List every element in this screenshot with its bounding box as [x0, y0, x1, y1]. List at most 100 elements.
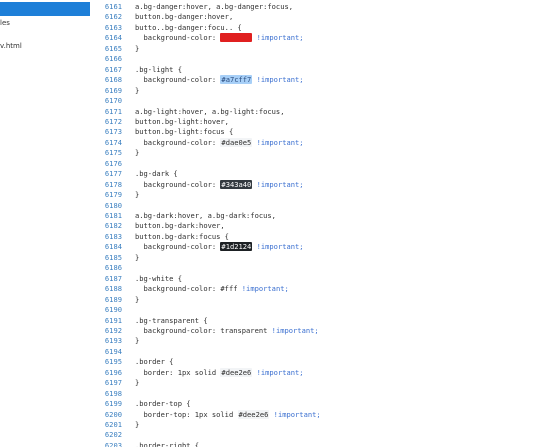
code-line[interactable]: 6163 butto..bg-danger:focu.. { — [93, 23, 559, 34]
code-line[interactable]: 6181 a.bg-dark:hover, a.bg-dark:focus, — [93, 211, 559, 222]
code-line[interactable]: 6164 background-color: #bd2130 !importan… — [93, 33, 559, 44]
code-line[interactable]: 6191 .bg-transparent { — [93, 316, 559, 327]
code-line[interactable]: 6180 — [93, 201, 559, 212]
code-line[interactable]: 6177 .bg-dark { — [93, 169, 559, 180]
code-line[interactable]: 6161 a.bg-danger:hover, a.bg-danger:focus… — [93, 2, 559, 13]
code-line[interactable]: 6190 — [93, 305, 559, 316]
code-token: a.bg-danger:hover, a.bg-danger:focus, — [135, 2, 294, 11]
code-token: background-color: — [135, 75, 221, 85]
code-line[interactable]: 6179} — [93, 190, 559, 201]
code-text: } — [135, 86, 139, 97]
code-text: a.bg-light:hover, a.bg-light:focus, — [135, 107, 284, 118]
code-token: background-color: — [135, 33, 221, 43]
code-token: } — [135, 420, 140, 429]
code-token: } — [135, 294, 140, 304]
explorer-item[interactable]: les — [0, 19, 10, 27]
code-line[interactable]: 6196 border: 1px solid #dee2e6 !importan… — [93, 367, 559, 379]
code-token: button.bg-light:focus { — [135, 127, 234, 137]
important-keyword: !important; — [252, 179, 304, 189]
line-number: 6181 — [104, 211, 122, 220]
important-keyword: !important; — [241, 284, 289, 294]
code-text: .bg-white { — [135, 274, 182, 285]
explorer-selected-item[interactable] — [0, 2, 90, 16]
line-number: 6175 — [104, 148, 122, 158]
code-line[interactable]: 6187 .bg-white { — [93, 274, 559, 285]
line-number: 6163 — [104, 22, 122, 32]
color-swatch: #343a40 — [220, 179, 253, 189]
code-line[interactable]: 6192 background-color: transparent !impo… — [93, 326, 559, 337]
code-token: .bg-dark { — [135, 169, 178, 179]
line-number: 6171 — [104, 106, 122, 116]
code-line[interactable]: 6184 background-color: #1d2124 !importan… — [93, 242, 559, 253]
code-line[interactable]: 6202 — [93, 430, 559, 441]
code-text: background-color: #1d2124 !important; — [135, 242, 304, 253]
code-text: .bg-light { — [135, 65, 182, 76]
code-token: } — [135, 148, 140, 158]
line-number: 6174 — [104, 137, 122, 147]
color-swatch: #dae0e5 — [220, 137, 253, 147]
code-line[interactable]: 6162 button.bg-danger:hover, — [93, 12, 559, 23]
code-line[interactable]: 6169} — [93, 86, 559, 97]
code-text: button.bg-light:hover, — [135, 117, 229, 128]
code-line[interactable]: 6172 button.bg-light:hover, — [93, 117, 559, 128]
explorer-file-item[interactable]: v.html — [0, 42, 22, 50]
line-number: 6167 — [104, 64, 122, 74]
code-line[interactable]: 6186 — [93, 263, 559, 274]
code-editor[interactable]: 6161 a.bg-danger:hover, a.bg-danger:focus… — [93, 0, 559, 447]
code-line[interactable]: 6175} — [93, 148, 559, 159]
code-line[interactable]: 6178 background-color: #343a40 !importan… — [93, 179, 559, 191]
code-line[interactable]: 6166 — [93, 54, 559, 65]
color-swatch: #dee2e6 — [237, 409, 270, 419]
line-number: 6183 — [104, 231, 122, 241]
code-text: .border-top { — [135, 399, 191, 410]
code-line[interactable]: 6199 .border-top { — [93, 399, 559, 410]
code-token: .border-right { — [135, 440, 200, 447]
code-token: background-color: — [135, 137, 221, 147]
code-line[interactable]: 6173 button.bg-light:focus { — [93, 127, 559, 138]
code-line[interactable]: 6198 — [93, 389, 559, 400]
code-line[interactable]: 6189} — [93, 295, 559, 306]
code-line[interactable]: 6170 — [93, 96, 559, 107]
code-line[interactable]: 6174 background-color: #dae0e5 !importan… — [93, 137, 559, 149]
line-number: 6202 — [104, 430, 122, 440]
code-line[interactable]: 6182 button.bg-dark:hover, — [93, 221, 559, 232]
code-line[interactable]: 6195 .border { — [93, 357, 559, 368]
code-line[interactable]: 6200 border-top: 1px solid #dee2e6 !impo… — [93, 409, 559, 421]
code-token: button.bg-dark:focus { — [135, 231, 229, 241]
code-token: } — [135, 85, 140, 95]
code-text: border-top: 1px solid #dee2e6 !important… — [135, 409, 321, 421]
line-number: 6191 — [104, 315, 122, 325]
code-text: butto..bg-danger:focu.. { — [135, 23, 242, 34]
code-text: .bg-dark { — [135, 169, 178, 180]
code-text: background-color: #fff !important; — [135, 284, 289, 295]
code-line[interactable]: 6203 .border-right { — [93, 441, 559, 447]
line-number: 6162 — [104, 12, 122, 22]
code-line[interactable]: 6171 a.bg-light:hover, a.bg-light:focus, — [93, 107, 559, 118]
line-number: 6192 — [104, 325, 122, 335]
code-line[interactable]: 6176 — [93, 159, 559, 170]
code-text: button.bg-danger:hover, — [135, 12, 233, 23]
line-number: 6194 — [104, 346, 122, 356]
line-number: 6176 — [104, 158, 122, 168]
code-token: } — [135, 190, 140, 200]
code-line[interactable]: 6165} — [93, 44, 559, 55]
code-line[interactable]: 6183 button.bg-dark:focus { — [93, 232, 559, 243]
line-number: 6178 — [104, 179, 122, 189]
code-line[interactable]: 6193} — [93, 336, 559, 347]
code-line[interactable]: 6185} — [93, 253, 559, 264]
line-number: 6166 — [104, 54, 122, 64]
code-token: background-color: #fff — [135, 284, 242, 294]
code-line[interactable]: 6167 .bg-light { — [93, 65, 559, 76]
code-token: background-color: transparent — [135, 325, 272, 335]
code-line[interactable]: 6201} — [93, 420, 559, 431]
code-text: button.bg-light:focus { — [135, 127, 233, 138]
important-keyword: !important; — [252, 137, 304, 147]
code-line[interactable]: 6194 — [93, 347, 559, 358]
code-line[interactable]: 6188 background-color: #fff !important; — [93, 284, 559, 295]
important-keyword: !important; — [252, 242, 304, 252]
code-token: border-top: 1px solid — [135, 409, 238, 419]
code-line[interactable]: 6168 background-color: #a7cff7 !importan… — [93, 75, 559, 86]
code-line[interactable]: 6197} — [93, 378, 559, 389]
line-number: 6180 — [104, 200, 122, 210]
code-text: } — [135, 253, 139, 264]
